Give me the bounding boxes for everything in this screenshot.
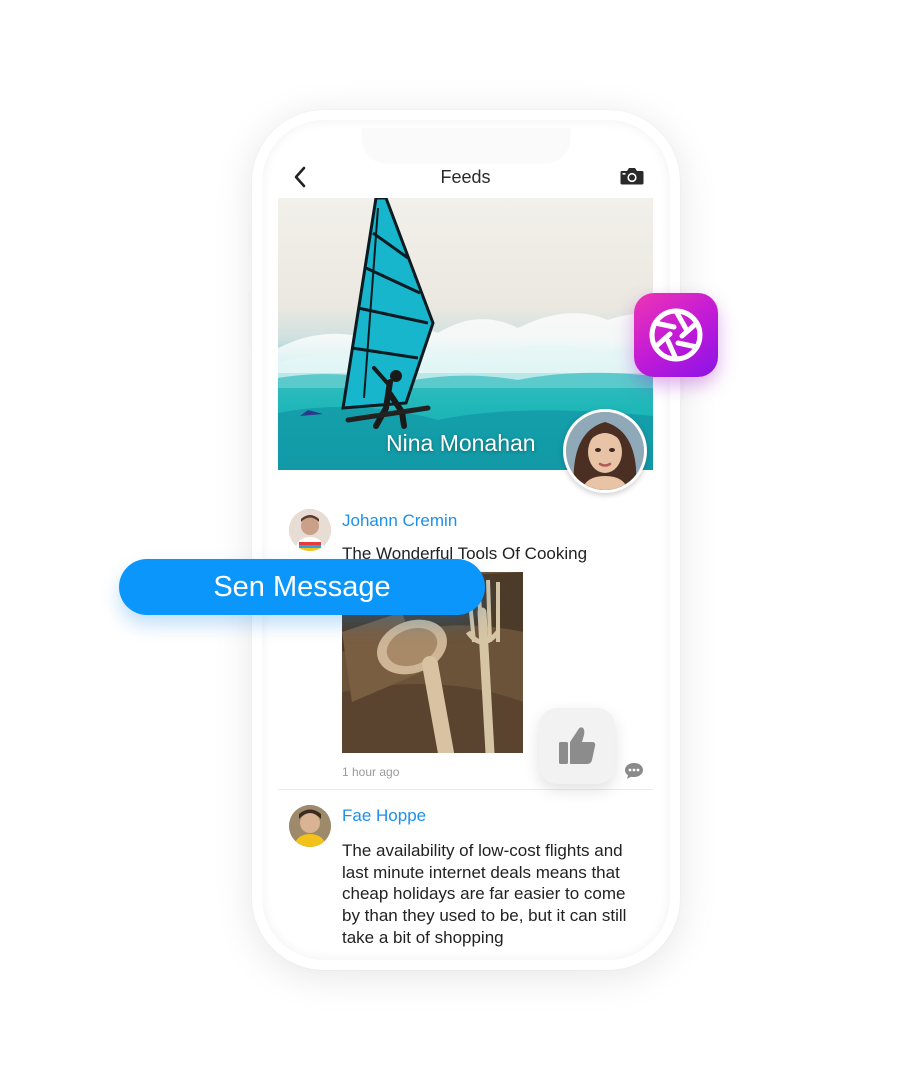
person-avatar-image xyxy=(289,509,331,551)
page-title: Feeds xyxy=(440,167,491,187)
phone-screen: Feeds Nina Monahan Johann Cremin The Won… xyxy=(278,135,653,947)
comment-button[interactable] xyxy=(624,762,644,780)
nav-bar: Feeds xyxy=(278,160,653,195)
camera-button[interactable] xyxy=(619,164,645,188)
send-message-button[interactable]: Sen Message xyxy=(119,559,485,615)
post-divider xyxy=(278,789,653,790)
avatar[interactable] xyxy=(289,805,331,847)
post-author[interactable]: Johann Cremin xyxy=(342,511,457,531)
post-author[interactable]: Fae Hoppe xyxy=(342,806,426,826)
chat-bubble-icon xyxy=(625,763,643,779)
person-avatar-image xyxy=(289,805,331,847)
camera-icon xyxy=(620,168,644,185)
thumbs-up-icon xyxy=(559,727,596,764)
app-icon[interactable] xyxy=(634,293,718,377)
like-button[interactable] xyxy=(539,708,615,784)
profile-name: Nina Monahan xyxy=(386,430,536,456)
profile-photo xyxy=(566,412,644,490)
shutter-icon xyxy=(649,308,703,362)
post-text: The availability of low-cost flights and… xyxy=(342,841,627,947)
profile-avatar[interactable] xyxy=(563,409,647,493)
phone-volume-down-button xyxy=(248,360,252,416)
phone-notch xyxy=(362,128,570,162)
phone-volume-up-button xyxy=(248,290,252,346)
phone-mute-button xyxy=(248,225,252,255)
post-timestamp: 1 hour ago xyxy=(342,765,400,779)
avatar[interactable] xyxy=(289,509,331,551)
